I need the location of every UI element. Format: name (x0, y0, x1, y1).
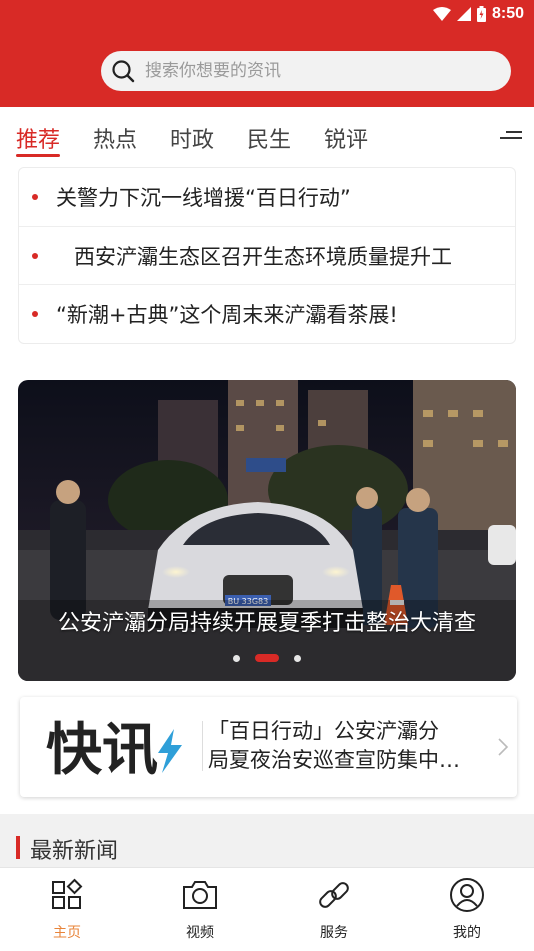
svg-text:快讯: 快讯 (46, 718, 158, 779)
headline-title: “新潮+古典”这个周末来浐灞看茶展! (56, 303, 398, 327)
bullet-icon (32, 253, 38, 259)
headline-list: 关警力下沉一线增援“百日行动” 西安浐灞生态区召开生态环境质量提升工 “新潮+古… (18, 167, 516, 344)
user-icon (450, 878, 484, 912)
home-grid-icon (52, 878, 83, 909)
tab-commentary[interactable]: 锐评 (324, 122, 368, 154)
status-time: 8:50 (491, 5, 524, 22)
flash-news-card[interactable]: 快讯 「百日行动」公安浐灞分 局夏夜治安巡查宣防集中… (20, 697, 517, 797)
nav-label: 我的 (453, 925, 481, 941)
flash-news-logo: 快讯 (46, 718, 182, 779)
search-input[interactable] (143, 60, 487, 82)
status-bar: 8:50 (432, 4, 524, 24)
tab-politics[interactable]: 时政 (170, 122, 214, 154)
carousel-indicator (0, 651, 534, 665)
headline-item[interactable]: “新潮+古典”这个周末来浐灞看茶展! (19, 284, 515, 343)
nav-profile[interactable]: 我的 (427, 868, 507, 951)
app-header: 8:50 (0, 0, 534, 107)
flash-news-line: 「百日行动」公安浐灞分 (208, 719, 439, 743)
section-title: 最新新闻 (30, 839, 119, 864)
headline-title: 西安浐灞生态区召开生态环境质量提升工 (74, 245, 452, 269)
tab-hot[interactable]: 热点 (93, 122, 137, 154)
carousel-caption: 公安浐灞分局持续开展夏季打击整治大清查 (57, 611, 476, 636)
search-bar[interactable] (101, 51, 511, 91)
flash-news-line: 局夏夜治安巡查宣防集中… (208, 748, 460, 772)
section-accent-bar (16, 836, 20, 859)
headline-item[interactable]: 关警力下沉一线增援“百日行动” (19, 168, 515, 226)
camera-icon (183, 881, 217, 909)
menu-icon[interactable] (500, 129, 522, 145)
divider (202, 721, 203, 771)
nav-home[interactable]: 主页 (27, 868, 107, 951)
category-tabs: 推荐 热点 时政 民生 锐评 (0, 107, 534, 165)
carousel-dot-active[interactable] (255, 654, 279, 662)
link-icon (319, 882, 349, 908)
nav-label: 服务 (320, 925, 348, 941)
headline-title: 关警力下沉一线增援“百日行动” (56, 186, 351, 210)
active-tab-indicator (16, 154, 60, 157)
tab-recommend[interactable]: 推荐 (16, 122, 60, 154)
search-icon (112, 60, 135, 83)
carousel-dot[interactable] (294, 655, 301, 662)
bullet-icon (32, 194, 38, 200)
signal-icon (456, 7, 471, 21)
chevron-right-icon (498, 738, 509, 756)
headline-item[interactable]: 西安浐灞生态区召开生态环境质量提升工 (19, 226, 515, 285)
nav-video[interactable]: 视频 (160, 868, 240, 951)
nav-label: 视频 (186, 925, 214, 941)
bottom-navigation: 主页 视频 服务 我的 (0, 867, 534, 951)
bullet-icon (32, 311, 38, 317)
nav-service[interactable]: 服务 (294, 868, 374, 951)
battery-icon (476, 6, 486, 22)
tab-livelihood[interactable]: 民生 (247, 122, 291, 154)
carousel-dot[interactable] (233, 655, 240, 662)
wifi-icon (432, 7, 451, 21)
nav-label: 主页 (53, 925, 81, 941)
flash-news-text: 「百日行动」公安浐灞分 局夏夜治安巡查宣防集中… (208, 717, 488, 775)
